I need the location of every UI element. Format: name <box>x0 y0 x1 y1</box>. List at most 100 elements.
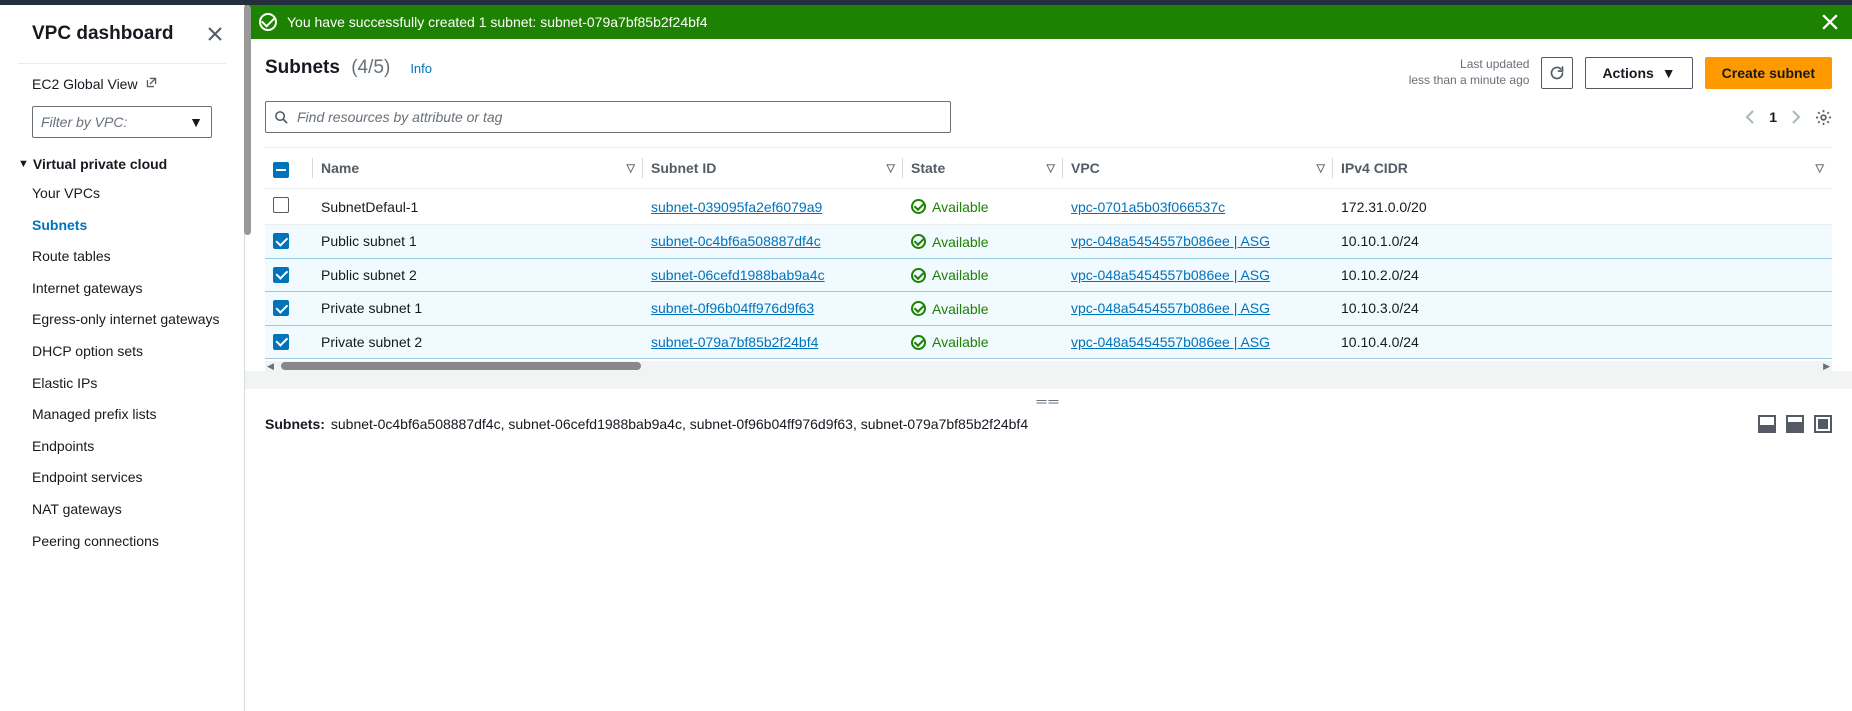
table-row[interactable]: Private subnet 1 subnet-0f96b04ff976d9f63… <box>265 292 1832 326</box>
scrollbar-thumb[interactable] <box>281 362 641 370</box>
row-checkbox[interactable] <box>273 267 289 283</box>
check-circle-icon <box>911 199 926 214</box>
check-circle-icon <box>911 268 926 283</box>
column-header-name[interactable]: Name ▽ <box>313 148 643 189</box>
sidebar-item-endpoints[interactable]: Endpoints <box>0 431 244 463</box>
refresh-button[interactable] <box>1541 57 1573 89</box>
page-title: Subnets (4/5) <box>265 57 390 79</box>
cell-name: Private subnet 2 <box>313 325 643 359</box>
subnet-id-link[interactable]: subnet-06cefd1988bab9a4c <box>651 267 825 283</box>
vpc-link[interactable]: vpc-048a5454557b086ee | ASG <box>1071 267 1270 283</box>
row-checkbox[interactable] <box>273 197 289 213</box>
search-icon <box>274 110 289 125</box>
filter-by-vpc-select[interactable]: Filter by VPC: ▼ <box>32 106 212 138</box>
cell-name: Private subnet 1 <box>313 292 643 326</box>
view-half-pane-button[interactable] <box>1786 415 1804 433</box>
cell-name: Public subnet 2 <box>313 258 643 292</box>
table-row[interactable]: Public subnet 1 subnet-0c4bf6a508887df4c A… <box>265 225 1832 259</box>
sidebar-item-elastic-ips[interactable]: Elastic IPs <box>0 368 244 400</box>
column-header-subnet-id[interactable]: Subnet ID ▽ <box>643 148 903 189</box>
divider <box>18 63 226 64</box>
table-row[interactable]: Public subnet 2subnet-06cefd1988bab9a4cA… <box>265 258 1832 292</box>
create-subnet-button[interactable]: Create subnet <box>1705 57 1832 89</box>
preferences-button[interactable] <box>1815 109 1832 126</box>
sort-icon: ▽ <box>1317 162 1325 175</box>
gear-icon <box>1815 109 1832 126</box>
next-page-button[interactable] <box>1791 110 1801 124</box>
vpc-link[interactable]: vpc-048a5454557b086ee | ASG <box>1071 334 1270 350</box>
sidebar-item-dhcp-option-sets[interactable]: DHCP option sets <box>0 336 244 368</box>
sidebar-item-internet-gateways[interactable]: Internet gateways <box>0 273 244 305</box>
cell-cidr: 172.31.0.0/20 <box>1333 189 1832 225</box>
nav-section-toggle[interactable]: ▼ Virtual private cloud <box>18 156 244 172</box>
close-icon <box>208 27 222 41</box>
sidebar-item-your-vpcs[interactable]: Your VPCs <box>0 178 244 210</box>
state-badge: Available <box>911 334 989 350</box>
check-circle-icon <box>911 234 926 249</box>
actions-button[interactable]: Actions ▼ <box>1585 57 1692 89</box>
chevron-left-icon <box>1745 110 1755 124</box>
flash-message: You have successfully created 1 subnet: … <box>287 14 1812 30</box>
view-bottom-pane-button[interactable] <box>1758 415 1776 433</box>
selection-count: (4/5) <box>351 57 390 78</box>
column-header-ipv4-cidr[interactable]: IPv4 CIDR ▽ <box>1333 148 1832 189</box>
sidebar-item-endpoint-services[interactable]: Endpoint services <box>0 462 244 494</box>
column-label: Subnet ID <box>651 160 716 176</box>
column-label: VPC <box>1071 160 1100 176</box>
details-label: Subnets: <box>265 416 325 432</box>
table-row[interactable]: SubnetDefaul-1subnet-039095fa2ef6079a9Av… <box>265 189 1832 225</box>
ec2-global-view-link[interactable]: EC2 Global View <box>32 76 212 92</box>
column-header-state[interactable]: State ▽ <box>903 148 1063 189</box>
vpc-link[interactable]: vpc-048a5454557b086ee | ASG <box>1071 300 1270 316</box>
sidebar-item-route-tables[interactable]: Route tables <box>0 241 244 273</box>
sidebar-item-subnets[interactable]: Subnets <box>0 210 244 242</box>
sidebar-item-nat-gateways[interactable]: NAT gateways <box>0 494 244 526</box>
cell-cidr: 10.10.3.0/24 <box>1333 292 1832 326</box>
chevron-right-icon <box>1791 110 1801 124</box>
row-checkbox[interactable] <box>273 334 289 350</box>
subnet-id-link[interactable]: subnet-079a7bf85b2f24bf4 <box>651 334 818 350</box>
info-link[interactable]: Info <box>410 61 432 76</box>
search-input[interactable] <box>297 109 942 125</box>
column-header-vpc[interactable]: VPC ▽ <box>1063 148 1333 189</box>
last-updated: Last updated less than a minute ago <box>1409 57 1530 88</box>
view-full-pane-button[interactable] <box>1814 415 1832 433</box>
search-box[interactable] <box>265 101 951 133</box>
sidebar-scrollbar[interactable] <box>244 5 251 235</box>
success-flash: You have successfully created 1 subnet: … <box>245 5 1852 39</box>
column-label: Name <box>321 160 359 176</box>
last-updated-label: Last updated <box>1409 57 1530 73</box>
subnet-id-link[interactable]: subnet-039095fa2ef6079a9 <box>651 199 822 215</box>
sidebar-item-peering-connections[interactable]: Peering connections <box>0 526 244 558</box>
row-checkbox[interactable] <box>273 233 289 249</box>
cell-name: Public subnet 1 <box>313 225 643 259</box>
sidebar-item-managed-prefix-lists[interactable]: Managed prefix lists <box>0 399 244 431</box>
flash-close-button[interactable] <box>1822 14 1838 30</box>
vpc-link[interactable]: vpc-048a5454557b086ee | ASG <box>1071 233 1270 249</box>
filter-placeholder: Filter by VPC: <box>41 114 127 130</box>
horizontal-scrollbar[interactable] <box>265 361 1832 371</box>
sidebar: VPC dashboard EC2 Global View Filter by … <box>0 5 245 711</box>
table-row[interactable]: Private subnet 2 subnet-079a7bf85b2f24bf4… <box>265 325 1832 359</box>
state-badge: Available <box>911 234 989 250</box>
check-circle-icon <box>911 301 926 316</box>
row-checkbox[interactable] <box>273 300 289 316</box>
split-pane-handle[interactable]: ══ <box>245 389 1852 413</box>
cell-cidr: 10.10.1.0/24 <box>1333 225 1832 259</box>
select-all-header <box>265 148 313 189</box>
sidebar-item-egress-only-internet-gateways[interactable]: Egress-only internet gateways <box>0 304 244 336</box>
subnet-id-link[interactable]: subnet-0f96b04ff976d9f63 <box>651 300 814 316</box>
prev-page-button[interactable] <box>1745 110 1755 124</box>
select-all-checkbox[interactable] <box>273 162 289 178</box>
cell-cidr: 10.10.2.0/24 <box>1333 258 1832 292</box>
subnet-id-link[interactable]: subnet-0c4bf6a508887df4c <box>651 233 821 249</box>
close-icon <box>1822 14 1838 30</box>
create-subnet-label: Create subnet <box>1722 65 1815 81</box>
vpc-link[interactable]: vpc-0701a5b03f066537c <box>1071 199 1225 215</box>
caret-down-icon: ▼ <box>189 114 203 130</box>
nav-list: Your VPCsSubnetsRoute tablesInternet gat… <box>0 178 244 557</box>
cell-cidr: 10.10.4.0/24 <box>1333 325 1832 359</box>
sidebar-close-button[interactable] <box>208 27 222 41</box>
sort-icon: ▽ <box>887 162 895 175</box>
column-label: State <box>911 160 945 176</box>
